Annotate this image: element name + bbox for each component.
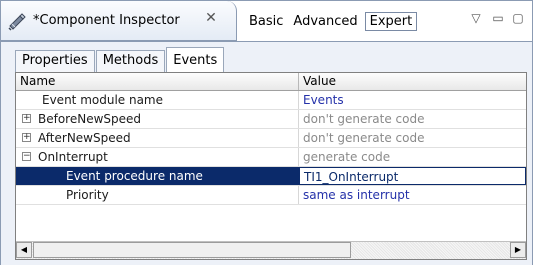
property-value[interactable]: don't generate code <box>299 110 526 128</box>
column-header-value[interactable]: Value <box>299 73 526 90</box>
expand-icon[interactable]: + <box>22 133 31 142</box>
view-tab[interactable]: *Component Inspector ✕ <box>1 1 237 41</box>
horizontal-scrollbar[interactable]: ◀ ▶ <box>16 241 526 259</box>
level-basic[interactable]: Basic <box>244 12 288 31</box>
property-row[interactable]: + BeforeNewSpeed don't generate code <box>16 110 526 129</box>
collapse-icon[interactable]: − <box>22 152 31 161</box>
property-value[interactable]: don't generate code <box>299 129 526 147</box>
property-value[interactable]: same as interrupt <box>299 186 526 204</box>
close-view-button[interactable]: ✕ <box>203 10 219 26</box>
property-name-cell: + AfterNewSpeed <box>16 129 299 147</box>
property-row[interactable]: Event module name Events <box>16 91 526 110</box>
property-row[interactable]: + AfterNewSpeed don't generate code <box>16 129 526 148</box>
property-name: BeforeNewSpeed <box>38 112 142 126</box>
property-row[interactable]: Priority same as interrupt <box>16 186 526 205</box>
events-grid: Name Value Event module name Events + Befor… <box>15 72 527 260</box>
level-advanced[interactable]: Advanced <box>288 12 362 31</box>
column-header-name[interactable]: Name <box>16 73 299 90</box>
scroll-thumb[interactable] <box>33 242 351 258</box>
grid-rows: Event module name Events + BeforeNewSpeed do… <box>16 91 526 205</box>
property-name-cell: Event procedure name <box>16 167 299 185</box>
property-value[interactable]: TI1_OnInterrupt <box>299 167 526 185</box>
property-name: Event module name <box>42 93 164 107</box>
level-expert[interactable]: Expert <box>364 11 418 31</box>
minimize-icon[interactable]: ▭ <box>491 11 505 25</box>
detail-level-selector: Basic Advanced Expert <box>244 10 418 32</box>
inspector-tabs: Properties Methods Events <box>15 47 225 72</box>
property-value[interactable]: Events <box>299 91 526 109</box>
scroll-right-button[interactable]: ▶ <box>510 242 526 258</box>
tab-properties[interactable]: Properties <box>15 50 95 72</box>
property-row[interactable]: − OnInterrupt generate code <box>16 148 526 167</box>
property-name-cell: Event module name <box>16 91 299 109</box>
component-inspector-icon <box>8 13 26 31</box>
property-name: Priority <box>66 188 109 202</box>
property-row[interactable]: Event procedure name TI1_OnInterrupt <box>16 167 526 186</box>
tab-methods[interactable]: Methods <box>95 50 166 72</box>
property-name-cell: + BeforeNewSpeed <box>16 110 299 128</box>
view-title-bar: *Component Inspector ✕ Basic Advanced Ex… <box>1 1 532 41</box>
view-menu-icon[interactable]: ▽ <box>469 11 483 25</box>
property-name: Event procedure name <box>66 169 203 183</box>
maximize-icon[interactable]: ▢ <box>511 11 525 25</box>
tab-events[interactable]: Events <box>166 47 225 72</box>
view-title: *Component Inspector <box>33 13 180 28</box>
property-value[interactable]: generate code <box>299 148 526 166</box>
component-inspector-view: *Component Inspector ✕ Basic Advanced Ex… <box>0 0 533 265</box>
inspector-content: Properties Methods Events Name Value Eve… <box>1 41 532 265</box>
property-name-cell: − OnInterrupt <box>16 148 299 166</box>
grid-header: Name Value <box>16 73 526 91</box>
property-name-cell: Priority <box>16 186 299 204</box>
expand-icon[interactable]: + <box>22 114 31 123</box>
scroll-left-button[interactable]: ◀ <box>16 242 32 258</box>
property-name: AfterNewSpeed <box>38 131 131 145</box>
property-name: OnInterrupt <box>38 150 108 164</box>
